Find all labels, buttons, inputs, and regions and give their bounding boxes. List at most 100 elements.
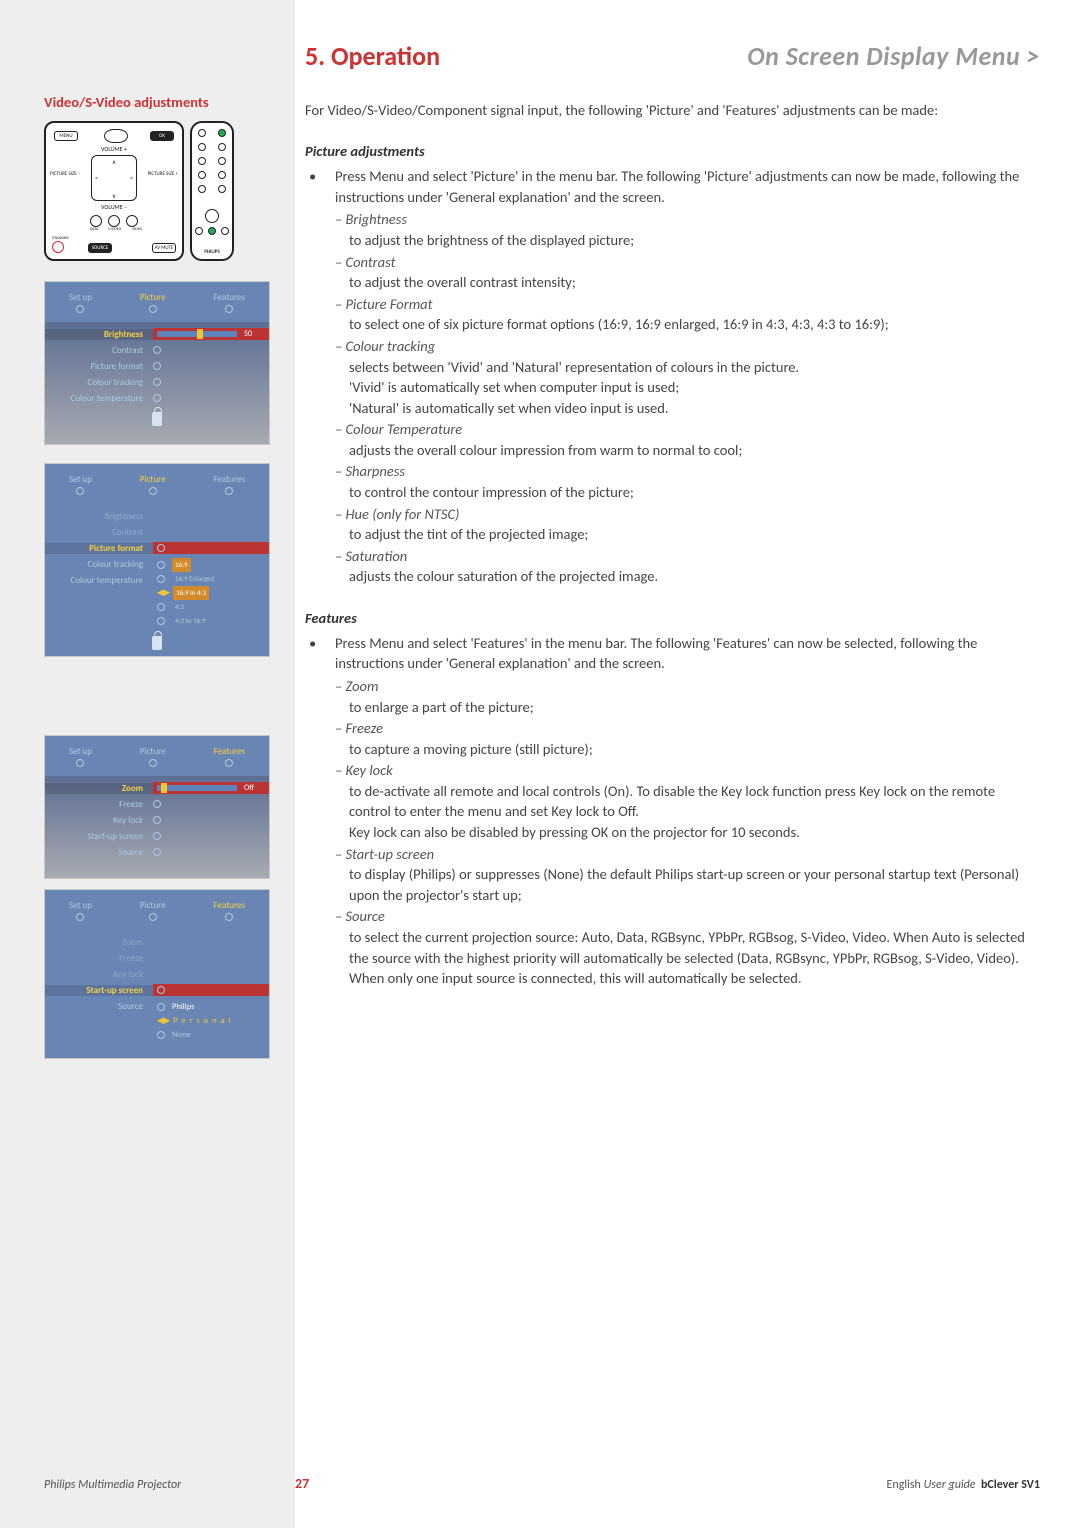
list-item: – Contrastto adjust the overall contrast… bbox=[335, 252, 1040, 293]
item-desc: to control the contour impression of the… bbox=[335, 482, 1040, 503]
item-desc: adjusts the overall colour impression fr… bbox=[335, 440, 1040, 461]
picsize-plus-label: PICTURE SIZE + bbox=[148, 171, 178, 177]
bullet-lead: • Press Menu and select 'Picture' in the… bbox=[305, 166, 1040, 207]
menu-button: MENU bbox=[54, 131, 78, 141]
osd-sub: 16:9 bbox=[157, 558, 217, 572]
osd-row: Key lock bbox=[45, 812, 269, 828]
osd-tab-features: Features bbox=[214, 900, 245, 921]
footer-right: English User guide bClever SV1 bbox=[887, 1478, 1040, 1492]
osd-tab-setup: Set up bbox=[69, 900, 92, 921]
item-label: – Sharpness bbox=[335, 461, 1040, 482]
item-label: – Zoom bbox=[335, 676, 1040, 697]
item-label: – Colour Temperature bbox=[335, 419, 1040, 440]
item-desc: to capture a moving picture (still pictu… bbox=[335, 739, 1040, 760]
item-desc: to de-activate all remote and local cont… bbox=[335, 781, 1040, 822]
ok-button: OK bbox=[150, 131, 174, 141]
item-desc: Key lock can also be disabled by pressin… bbox=[335, 822, 1040, 843]
chapter-header: 5. Operation On Screen Display Menu > bbox=[305, 40, 1040, 72]
osd-sub: 4:3 bbox=[157, 600, 217, 614]
standby-button bbox=[52, 241, 64, 253]
item-desc: to select one of six picture format opti… bbox=[335, 314, 1040, 335]
list-item: – Freezeto capture a moving picture (sti… bbox=[335, 718, 1040, 759]
osd-row: Freeze bbox=[45, 950, 269, 966]
osd-subpanel: Philips ◀▶P e r s o n a l None bbox=[153, 998, 242, 1044]
item-label: – Brightness bbox=[335, 209, 1040, 230]
picture-items: – Brightnessto adjust the brightness of … bbox=[335, 209, 1040, 586]
osd-row: Brightness bbox=[45, 508, 269, 524]
item-desc: to enlarge a part of the picture; bbox=[335, 697, 1040, 718]
item-label: – Start-up screen bbox=[335, 844, 1040, 865]
picture-block: • Press Menu and select 'Picture' in the… bbox=[305, 166, 1040, 587]
vol-up-label: VOLUME + bbox=[46, 145, 182, 153]
item-desc: 'Vivid' is automatically set when comput… bbox=[335, 377, 1040, 398]
osd-sub: ◀▶16:9 in 4:3 bbox=[157, 586, 217, 600]
picsize-minus-label: PICTURE SIZE – bbox=[50, 171, 80, 177]
bullet-lead: • Press Menu and select 'Features' in th… bbox=[305, 633, 1040, 674]
brand-label: PHILIPS bbox=[192, 249, 232, 255]
osd-row-picformat: Picture format bbox=[45, 358, 269, 374]
item-label: – Saturation bbox=[335, 546, 1040, 567]
sidebar-heading: Video/S-Video adjustments bbox=[44, 93, 276, 111]
list-item: – Hue (only for NTSC)to adjust the tint … bbox=[335, 504, 1040, 545]
features-block: • Press Menu and select 'Features' in th… bbox=[305, 633, 1040, 989]
remote-graphic: MENU OK VOLUME + ∧ < > ∨ PICTURE SIZE – … bbox=[44, 121, 276, 261]
svideo-label: S-VIDEO bbox=[108, 227, 121, 232]
list-item: – Brightnessto adjust the brightness of … bbox=[335, 209, 1040, 250]
source-button: SOURCE bbox=[88, 243, 112, 253]
osd-features-zoom: Set up Picture Features Zoom Off Freeze … bbox=[44, 735, 270, 879]
osd-tabs: Set up Picture Features bbox=[45, 464, 269, 504]
osd-row-brightness: Brightness 50 bbox=[45, 326, 269, 342]
osd-tab-setup: Set up bbox=[69, 474, 92, 495]
data-label: DATA bbox=[90, 227, 98, 232]
remote-body: MENU OK VOLUME + ∧ < > ∨ PICTURE SIZE – … bbox=[44, 121, 184, 261]
item-label: – Key lock bbox=[335, 760, 1040, 781]
power-led bbox=[104, 129, 128, 143]
lock-icon bbox=[152, 412, 162, 426]
osd-row-picformat: Picture format bbox=[45, 540, 269, 556]
item-desc: selects between 'Vivid' and 'Natural' re… bbox=[335, 357, 1040, 378]
osd-row-colourtracking: Colour tracking bbox=[45, 374, 269, 390]
svideo-button bbox=[108, 215, 120, 227]
list-item: – Zoomto enlarge a part of the picture; bbox=[335, 676, 1040, 717]
item-desc: to display (Philips) or suppresses (None… bbox=[335, 864, 1040, 905]
osd-body: Brightness 50 Contrast Picture format Co… bbox=[45, 322, 269, 444]
osd-sub: ◀▶P e r s o n a l bbox=[157, 1014, 238, 1028]
osd-sub: 16:9 Enlarged bbox=[157, 572, 217, 586]
osd-row: Freeze bbox=[45, 796, 269, 812]
item-desc: adjusts the colour saturation of the pro… bbox=[335, 566, 1040, 587]
remote-side: PHILIPS bbox=[190, 121, 234, 261]
osd-row: Colour temperature bbox=[45, 572, 153, 588]
page-number: 27 bbox=[295, 1475, 309, 1492]
osd-row-colourtemp: Colour temperature bbox=[45, 390, 269, 406]
features-items: – Zoomto enlarge a part of the picture;–… bbox=[335, 676, 1040, 989]
data-button bbox=[90, 215, 102, 227]
osd-row: Contrast bbox=[45, 524, 269, 540]
osd-tab-picture: Picture bbox=[140, 292, 166, 313]
list-item: – Saturationadjusts the colour saturatio… bbox=[335, 546, 1040, 587]
list-item: – Colour trackingselects between 'Vivid'… bbox=[335, 336, 1040, 418]
osd-row: Colour tracking bbox=[45, 556, 153, 572]
item-label: – Hue (only for NTSC) bbox=[335, 504, 1040, 525]
osd-tab-picture: Picture bbox=[140, 746, 166, 767]
video-button bbox=[126, 215, 138, 227]
section-title-picture: Picture adjustments bbox=[305, 142, 1040, 160]
item-label: – Colour tracking bbox=[335, 336, 1040, 357]
sidebar: Video/S-Video adjustments MENU OK VOLUME… bbox=[44, 93, 276, 1077]
osd-tabs: Set up Picture Features bbox=[45, 890, 269, 930]
intro-text: For Video/S-Video/Component signal input… bbox=[305, 100, 1040, 120]
list-item: – Picture Formatto select one of six pic… bbox=[335, 294, 1040, 335]
item-desc: to adjust the tint of the projected imag… bbox=[335, 524, 1040, 545]
item-desc: 'Natural' is automatically set when vide… bbox=[335, 398, 1040, 419]
vol-down-label: VOLUME – bbox=[46, 203, 182, 211]
osd-tab-picture: Picture bbox=[140, 900, 166, 921]
item-desc: to select the current projection source:… bbox=[335, 927, 1040, 989]
list-item: – Sharpnessto control the contour impres… bbox=[335, 461, 1040, 502]
main-content: 5. Operation On Screen Display Menu > Fo… bbox=[295, 0, 1080, 1011]
item-label: – Contrast bbox=[335, 252, 1040, 273]
osd-tab-setup: Set up bbox=[69, 746, 92, 767]
osd-body: Zoom Freeze Key lock Start-up screen Sou… bbox=[45, 930, 269, 1058]
osd-sub: None bbox=[157, 1028, 238, 1042]
dpad: ∧ < > ∨ bbox=[91, 155, 137, 201]
osd-row-startup: Start-up screen bbox=[45, 982, 269, 998]
osd-tab-features: Features bbox=[214, 292, 245, 313]
